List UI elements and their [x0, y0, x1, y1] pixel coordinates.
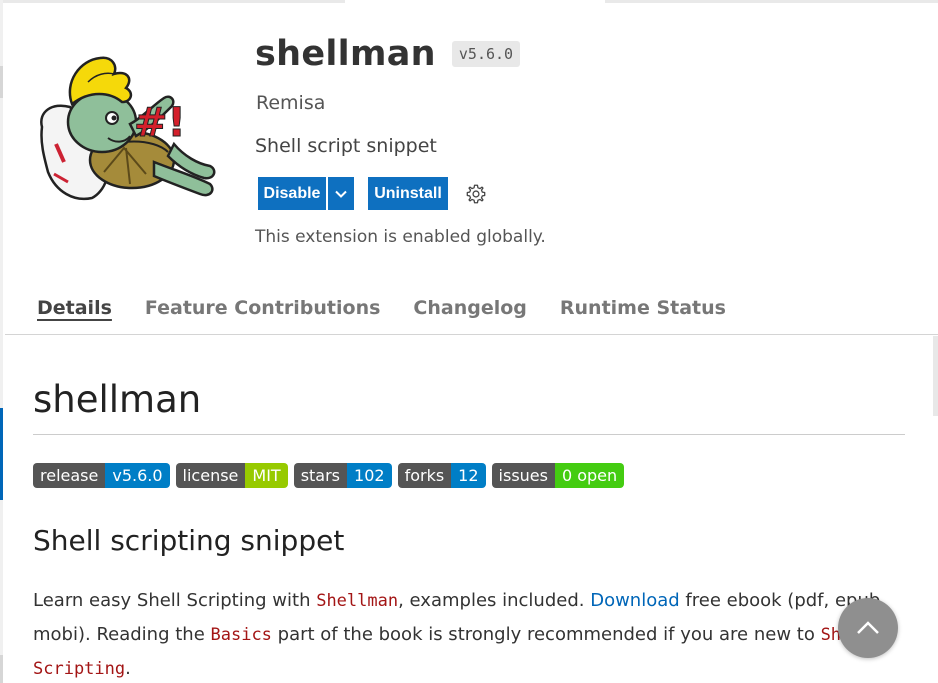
extension-logo: #! [34, 52, 220, 204]
publisher-name[interactable]: Remisa [256, 92, 325, 114]
chevron-down-icon [335, 190, 347, 198]
extension-header: shellman v5.6.0 [255, 34, 521, 74]
badge-value: 0 open [554, 463, 625, 488]
settings-button[interactable] [464, 182, 488, 206]
badge-value: v5.6.0 [105, 463, 170, 488]
extension-name: shellman [255, 34, 436, 74]
tab-feature-contributions[interactable]: Feature Contributions [145, 297, 381, 319]
tab-changelog[interactable]: Changelog [413, 297, 526, 319]
left-edge [0, 0, 3, 683]
badge-value: 102 [347, 463, 392, 488]
svg-text:#!: #! [134, 100, 186, 146]
gear-icon [466, 184, 486, 203]
readme-badges: release v5.6.0 license MIT stars 102 for… [33, 463, 630, 488]
tab-runtime-status[interactable]: Runtime Status [560, 297, 726, 319]
enablement-status: This extension is enabled globally. [255, 227, 546, 247]
badge-label: stars [293, 463, 348, 488]
badge-release[interactable]: release v5.6.0 [33, 463, 170, 488]
text-run: , examples included. [398, 590, 591, 611]
badge-value: MIT [245, 463, 288, 488]
scrollbar-thumb[interactable] [933, 336, 938, 416]
version-badge: v5.6.0 [451, 41, 521, 67]
inline-code: Shellman [316, 591, 399, 611]
badge-value: 12 [451, 463, 486, 488]
disable-button[interactable]: Disable [258, 177, 326, 210]
left-edge-marker [0, 655, 3, 683]
active-editor-tab[interactable] [345, 0, 605, 3]
left-edge-marker [0, 66, 3, 98]
download-link[interactable]: Download [590, 590, 679, 611]
disable-dropdown-button[interactable] [328, 177, 354, 210]
readme-paragraph: Learn easy Shell Scripting with Shellman… [33, 584, 913, 683]
inline-code: Basics [210, 625, 272, 645]
scroll-to-top-button[interactable] [838, 598, 898, 658]
tab-details[interactable]: Details [37, 297, 112, 319]
readme-divider [33, 434, 905, 435]
readme-heading: Shell scripting snippet [33, 524, 345, 557]
text-run: . [125, 658, 131, 679]
uninstall-button[interactable]: Uninstall [368, 177, 448, 210]
badge-label: license [175, 463, 246, 488]
tabs-divider [5, 334, 938, 335]
focus-indicator [0, 408, 3, 500]
text-run: Learn easy Shell Scripting with [33, 590, 317, 611]
badge-label: forks [397, 463, 452, 488]
badge-issues[interactable]: issues 0 open [491, 463, 625, 488]
text-run: part of the book is strongly recommended… [271, 624, 821, 645]
shellman-turtle-logo: #! [40, 56, 216, 201]
badge-forks[interactable]: forks 12 [397, 463, 486, 488]
badge-license[interactable]: license MIT [175, 463, 288, 488]
badge-label: release [33, 463, 106, 488]
chevron-up-icon [857, 621, 879, 634]
extension-description: Shell script snippet [255, 135, 437, 157]
badge-label: issues [491, 463, 555, 488]
details-tabs: Details Feature Contributions Changelog … [37, 297, 759, 319]
extension-actions: Disable Uninstall [258, 177, 488, 210]
badge-stars[interactable]: stars 102 [293, 463, 392, 488]
readme-title: shellman [33, 378, 202, 421]
